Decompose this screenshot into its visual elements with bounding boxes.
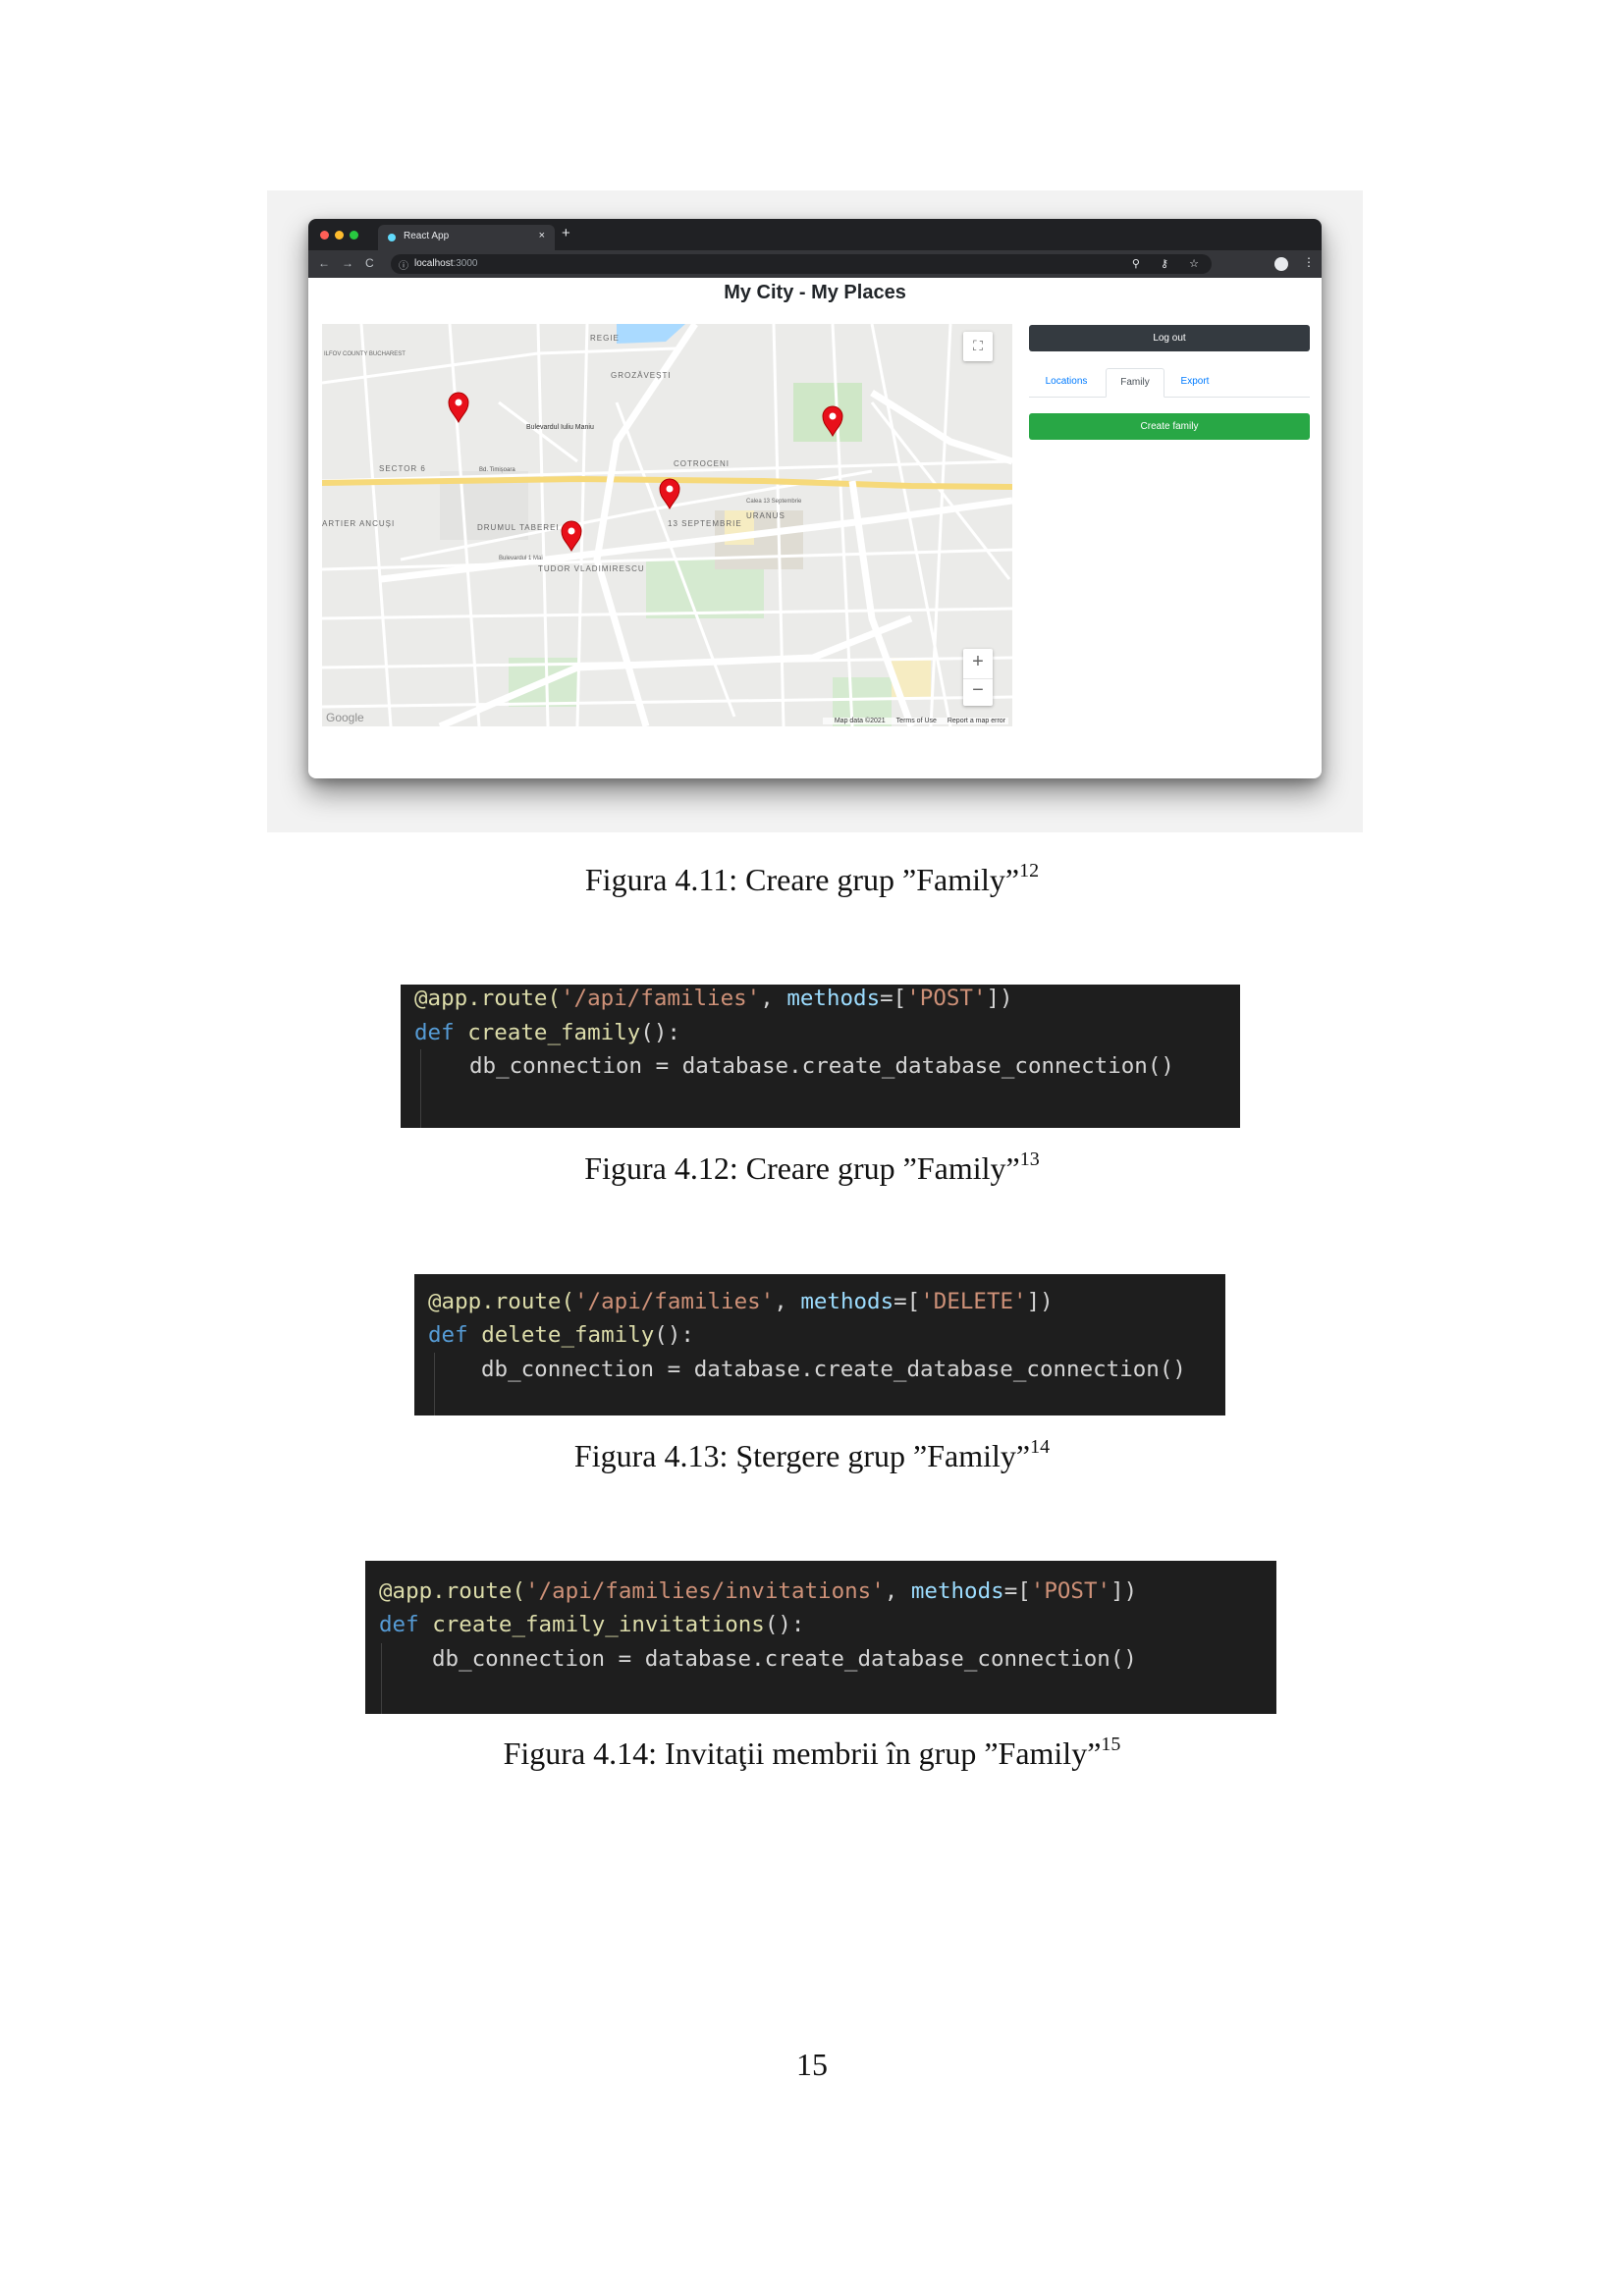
create-family-button[interactable]: Create family (1029, 413, 1310, 440)
map-label-artier-ancusi: ARTIER ANCUȘI (322, 519, 395, 528)
info-icon[interactable]: ⓘ (399, 257, 408, 272)
footnote-marker[interactable]: 14 (1030, 1436, 1050, 1458)
google-logo: Google (326, 711, 364, 724)
tab-export[interactable]: Export (1164, 368, 1225, 396)
code-snippet-create-family-invitations: @app.route('/api/families/invitations', … (365, 1561, 1276, 1714)
map-label-regie: REGIE (590, 334, 620, 343)
tab-locations[interactable]: Locations (1029, 368, 1104, 396)
map-label-grozavesti: GROZĂVEȘTI (611, 371, 672, 380)
browser-window: React App × + ← → C ⓘ localhost:3000 ⚲ ⚷… (308, 219, 1322, 778)
zoom-out-button[interactable]: − (963, 678, 993, 702)
code-line: @app.route('/api/families', methods=['PO… (414, 986, 1013, 1011)
url-text: localhost:3000 (414, 258, 478, 269)
footnote-marker[interactable]: 15 (1101, 1734, 1120, 1755)
address-bar-icons[interactable]: ⚲ ⚷ ☆ (1132, 257, 1208, 270)
back-icon[interactable]: ← (318, 256, 330, 270)
window-close-dot[interactable] (320, 231, 329, 240)
forward-icon[interactable]: → (342, 256, 353, 270)
window-minimize-dot[interactable] (335, 231, 344, 240)
map[interactable]: REGIE GROZĂVEȘTI SECTOR 6 Bulevardul Iul… (322, 324, 1012, 726)
map-label-drumul-taberei: DRUMUL TABEREI (477, 523, 560, 532)
react-icon (388, 234, 396, 241)
browser-tab-bar: React App × + (308, 219, 1322, 250)
new-tab-button[interactable]: + (562, 225, 570, 241)
tab-family[interactable]: Family (1106, 368, 1164, 398)
reload-icon[interactable]: C (365, 256, 374, 270)
figure-caption-4-13: Figura 4.13: Ştergere grup ”Family”14 (573, 1436, 1051, 1473)
code-line: @app.route('/api/families', methods=['DE… (428, 1289, 1054, 1314)
code-snippet-create-family: @app.route('/api/families', methods=['PO… (401, 985, 1240, 1128)
map-label-ilfov: ILFOV COUNTY BUCHAREST (324, 351, 406, 357)
code-line: def create_family_invitations(): (379, 1612, 805, 1637)
zoom-in-button[interactable]: + (963, 651, 993, 673)
tab-title: React App (404, 231, 450, 241)
close-tab-icon[interactable]: × (539, 230, 545, 241)
code-line: db_connection = database.create_database… (432, 1646, 1137, 1672)
figure-caption-4-11: Figura 4.11: Creare grup ”Family”12 (584, 860, 1040, 897)
map-label-13-septembrie: 13 SEPTEMBRIE (668, 519, 742, 528)
browser-toolbar: ← → C ⓘ localhost:3000 ⚲ ⚷ ☆ ⋮ (308, 250, 1322, 278)
code-line: def create_family(): (414, 1020, 680, 1045)
map-tiles: REGIE GROZĂVEȘTI SECTOR 6 Bulevardul Iul… (322, 324, 1012, 726)
footnote-marker[interactable]: 13 (1020, 1148, 1040, 1170)
map-label-bd-timisoara: Bd. Timișoara (479, 467, 515, 473)
app-title: My City - My Places (724, 282, 906, 303)
map-label-iuliu-maniu: Bulevardul Iuliu Maniu (526, 424, 594, 431)
report-map-error-link[interactable]: Report a map error (947, 718, 1005, 724)
tab-list: Locations Family Export (1029, 368, 1310, 398)
map-label-sector-6: SECTOR 6 (379, 464, 426, 473)
logout-button[interactable]: Log out (1029, 325, 1310, 351)
figure-caption-4-14: Figura 4.14: Invitaţii membrii în grup ”… (503, 1734, 1121, 1771)
profile-avatar-icon[interactable] (1274, 257, 1288, 271)
code-line: db_connection = database.create_database… (469, 1053, 1174, 1079)
indent-guide (381, 1643, 382, 1714)
window-zoom-dot[interactable] (350, 231, 358, 240)
terms-of-use-link[interactable]: Terms of Use (896, 718, 937, 724)
map-footer: Map data ©2021 Terms of Use Report a map… (822, 718, 1008, 724)
map-label-calea-13-septembrie: Calea 13 Septembrie (746, 499, 802, 505)
map-label-tudor-vladimirescu: TUDOR VLADIMIRESCU (538, 564, 645, 573)
map-label-bd-1-mai: Bulevardul 1 Mai (499, 556, 543, 561)
page-number: 15 (796, 2047, 828, 2082)
code-line: db_connection = database.create_database… (481, 1357, 1186, 1382)
map-label-uranus: URANUS (746, 511, 785, 520)
code-snippet-delete-family: @app.route('/api/families', methods=['DE… (414, 1274, 1225, 1415)
address-bar[interactable]: ⓘ localhost:3000 ⚲ ⚷ ☆ (391, 254, 1212, 274)
indent-guide (434, 1353, 435, 1415)
code-line: def delete_family(): (428, 1322, 694, 1348)
zoom-control: + − (963, 649, 993, 706)
fullscreen-icon[interactable]: ⛶ (963, 332, 993, 361)
figure-caption-4-12: Figura 4.12: Creare grup ”Family”13 (584, 1148, 1040, 1186)
footnote-marker[interactable]: 12 (1019, 860, 1039, 881)
browser-menu-icon[interactable]: ⋮ (1303, 255, 1315, 269)
map-data-text: Map data ©2021 (834, 718, 886, 724)
browser-tab[interactable]: React App × (378, 225, 555, 250)
map-label-cotroceni: COTROCENI (674, 459, 730, 468)
indent-guide (420, 1049, 421, 1128)
code-line: @app.route('/api/families/invitations', … (379, 1578, 1138, 1604)
